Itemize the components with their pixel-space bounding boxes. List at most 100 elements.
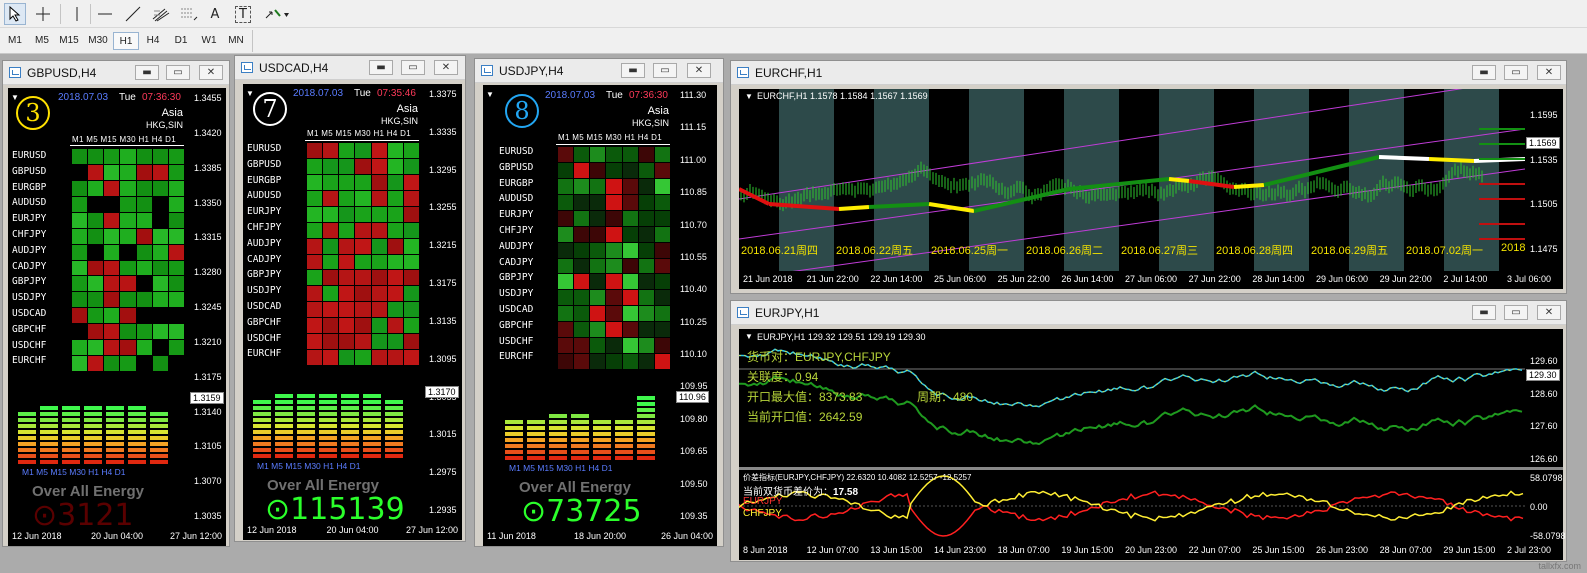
price-axis[interactable]: 1.3375 1.3335 1.3295 1.3255 1.3215 1.3175 1.31… xyxy=(424,84,462,522)
matrix-cell xyxy=(638,274,654,290)
arrows-icon[interactable] xyxy=(262,3,292,25)
matrix-cell xyxy=(387,158,403,174)
matrix-cell xyxy=(606,258,622,274)
window-titlebar[interactable]: EURCHF,H1 ▬ ▭ ✕ xyxy=(731,61,1566,85)
price-tick-label: 1.3175 xyxy=(194,371,222,382)
matrix-cell xyxy=(168,260,184,276)
time-tick-label: 25 Jun 22:00 xyxy=(997,274,1050,284)
time-axis[interactable]: 11 Jun 2018 18 Jun 20:00 26 Jun 04:00 xyxy=(483,528,717,546)
trendline-icon[interactable] xyxy=(122,3,144,25)
close-button[interactable]: ✕ xyxy=(687,63,711,78)
matrix-cell xyxy=(654,306,670,322)
time-axis[interactable]: 21 Jun 2018 21 Jun 22:00 22 Jun 14:00 25 Ju… xyxy=(739,271,1563,289)
matrix-cell xyxy=(355,222,371,238)
text-label-icon[interactable]: T xyxy=(232,3,254,25)
maximize-button[interactable]: ▭ xyxy=(1504,305,1528,320)
minimize-button[interactable]: ▬ xyxy=(135,65,159,80)
chart-area[interactable]: ▼ 7 2018.07.03 Tue 07:35:46 Asia HKG,SIN… xyxy=(243,84,424,522)
price-chart[interactable]: ▼ EURJPY,H1 129.32 129.51 129.19 129.30 … xyxy=(739,329,1525,467)
price-axis[interactable]: 111.30 111.15 111.00 110.85 110.70 110.55 110.… xyxy=(675,85,717,528)
matrix-cell xyxy=(104,292,120,308)
window-title: USDCAD,H4 xyxy=(259,61,329,75)
close-button[interactable]: ✕ xyxy=(1537,305,1561,320)
cursor-icon[interactable] xyxy=(4,3,26,25)
period-h1[interactable]: H1 xyxy=(113,32,139,50)
window-title: EURCHF,H1 xyxy=(755,66,823,80)
period-d1[interactable]: D1 xyxy=(168,32,194,50)
chart-window-icon xyxy=(481,65,493,76)
maximize-button[interactable]: ▭ xyxy=(401,60,425,75)
close-button[interactable]: ✕ xyxy=(1537,65,1561,80)
period-m1[interactable]: M1 xyxy=(2,32,28,50)
window-titlebar[interactable]: USDCAD,H4 ▬ ▭ ✕ xyxy=(235,56,465,80)
maximize-button[interactable]: ▭ xyxy=(1504,65,1528,80)
time-axis[interactable]: 8 Jun 2018 12 Jun 07:00 13 Jun 15:00 14 Jun… xyxy=(739,542,1563,560)
minimize-button[interactable]: ▬ xyxy=(1472,305,1496,320)
matrix-cell xyxy=(638,242,654,258)
chart-menu-arrow-icon[interactable]: ▼ xyxy=(486,90,494,99)
horizontal-line-icon[interactable] xyxy=(94,3,116,25)
price-axis[interactable]: 1.1595 1.1535 1.1505 1.1475 1.1569 xyxy=(1525,89,1563,271)
period-mn[interactable]: MN xyxy=(223,32,249,50)
crosshair-icon[interactable] xyxy=(32,3,54,25)
matrix-cell xyxy=(654,242,670,258)
chart-menu-arrow-icon[interactable]: ▼ xyxy=(246,89,254,98)
time-axis[interactable]: 12 Jun 2018 20 Jun 04:00 27 Jun 12:00 xyxy=(243,522,462,540)
energy-bar xyxy=(341,394,359,458)
matrix-cell xyxy=(88,164,104,180)
matrix-cell xyxy=(590,338,606,354)
energy-bars-labels: M1 M5 M15 M30 H1 H4 D1 xyxy=(509,463,613,473)
chart-area[interactable]: ▼ 3 2018.07.03 Tue 07:36:30 Asia HKG,SIN… xyxy=(8,88,189,528)
matrix-cell xyxy=(339,302,355,318)
matrix-cell xyxy=(606,162,622,178)
maximize-button[interactable]: ▭ xyxy=(166,65,190,80)
chart-menu-arrow-icon[interactable]: ▼ xyxy=(745,332,753,341)
matrix-cell xyxy=(120,180,136,196)
matrix-cell xyxy=(574,306,590,322)
period-m5[interactable]: M5 xyxy=(29,32,55,50)
window-titlebar[interactable]: EURJPY,H1 ▬ ▭ ✕ xyxy=(731,301,1566,325)
chart-window-eurjpy[interactable]: EURJPY,H1 ▬ ▭ ✕ ▼ EURJPY,H1 129.32 129.5… xyxy=(730,300,1567,562)
window-titlebar[interactable]: USDJPY,H4 ▬ ▭ ✕ xyxy=(475,59,723,83)
moving-average-segment xyxy=(838,205,870,211)
chart-window-usdjpy[interactable]: USDJPY,H4 ▬ ▭ ✕ ▼ 8 2018.07.03 Tue 07:36… xyxy=(474,58,724,547)
close-button[interactable]: ✕ xyxy=(434,60,458,75)
matrix-cell xyxy=(88,324,104,340)
chart-menu-arrow-icon[interactable]: ▼ xyxy=(745,92,753,101)
price-tick-label: 111.15 xyxy=(680,122,707,133)
price-chart[interactable]: ▼ EURCHF,H1 1.1578 1.1584 1.1567 1.1569 … xyxy=(739,89,1525,271)
period-m30[interactable]: M30 xyxy=(85,32,111,50)
chart-menu-arrow-icon[interactable]: ▼ xyxy=(11,93,19,102)
fibonacci-channel-icon[interactable] xyxy=(150,3,172,25)
chart-window-usdcad[interactable]: USDCAD,H4 ▬ ▭ ✕ ▼ 7 2018.07.03 Tue 07:35… xyxy=(234,55,466,542)
price-axis[interactable]: 1.3455 1.3420 1.3385 1.3350 1.3315 1.3280 1.32… xyxy=(189,88,226,528)
price-tick-label: 111.00 xyxy=(680,154,707,165)
price-tick-label: 1.3140 xyxy=(194,406,222,417)
period-w1[interactable]: W1 xyxy=(196,32,222,50)
minimize-button[interactable]: ▬ xyxy=(369,60,393,75)
indicator-axis[interactable]: 58.0798 0.00 -58.0798 xyxy=(1525,470,1566,542)
period-m15[interactable]: M15 xyxy=(56,32,82,50)
price-tick-label: 1.1505 xyxy=(1530,199,1558,210)
chart-area[interactable]: ▼ 8 2018.07.03 Tue 07:36:30 Asia HKG,SIN… xyxy=(483,85,675,528)
text-icon[interactable]: A xyxy=(204,3,226,25)
price-tick-label: 0.00 xyxy=(1530,502,1548,512)
maximize-button[interactable]: ▭ xyxy=(653,63,677,78)
fibonacci-retracement-icon[interactable] xyxy=(178,3,200,25)
time-axis[interactable]: 12 Jun 2018 20 Jun 04:00 27 Jun 12:00 xyxy=(8,528,226,546)
spread-indicator[interactable]: 价差指标(EURJPY,CHFJPY) 22.6320 10.4082 12.5… xyxy=(739,470,1525,542)
close-button[interactable]: ✕ xyxy=(199,65,223,80)
window-titlebar[interactable]: GBPUSD,H4 ▬ ▭ ✕ xyxy=(3,61,229,85)
minimize-button[interactable]: ▬ xyxy=(621,63,645,78)
price-axis[interactable]: 129.60 128.60 127.60 126.60 129.30 xyxy=(1525,329,1563,467)
chart-window-gbpusd[interactable]: GBPUSD,H4 ▬ ▭ ✕ ▼ 3 2018.07.03 Tue 07:36… xyxy=(2,60,230,547)
matrix-cell xyxy=(622,322,638,338)
vertical-line-icon[interactable] xyxy=(66,3,88,25)
chart-window-eurchf[interactable]: EURCHF,H1 ▬ ▭ ✕ ▼ EURCHF,H1 1.1578 1.158… xyxy=(730,60,1567,294)
matrix-cell xyxy=(403,158,419,174)
info-current-spread: 当前开口值：2642.59 xyxy=(747,410,863,424)
period-h4[interactable]: H4 xyxy=(140,32,166,50)
ohlc-readout: EURCHF,H1 1.1578 1.1584 1.1567 1.1569 xyxy=(757,91,928,101)
minimize-button[interactable]: ▬ xyxy=(1472,65,1496,80)
matrix-cell xyxy=(339,143,355,158)
